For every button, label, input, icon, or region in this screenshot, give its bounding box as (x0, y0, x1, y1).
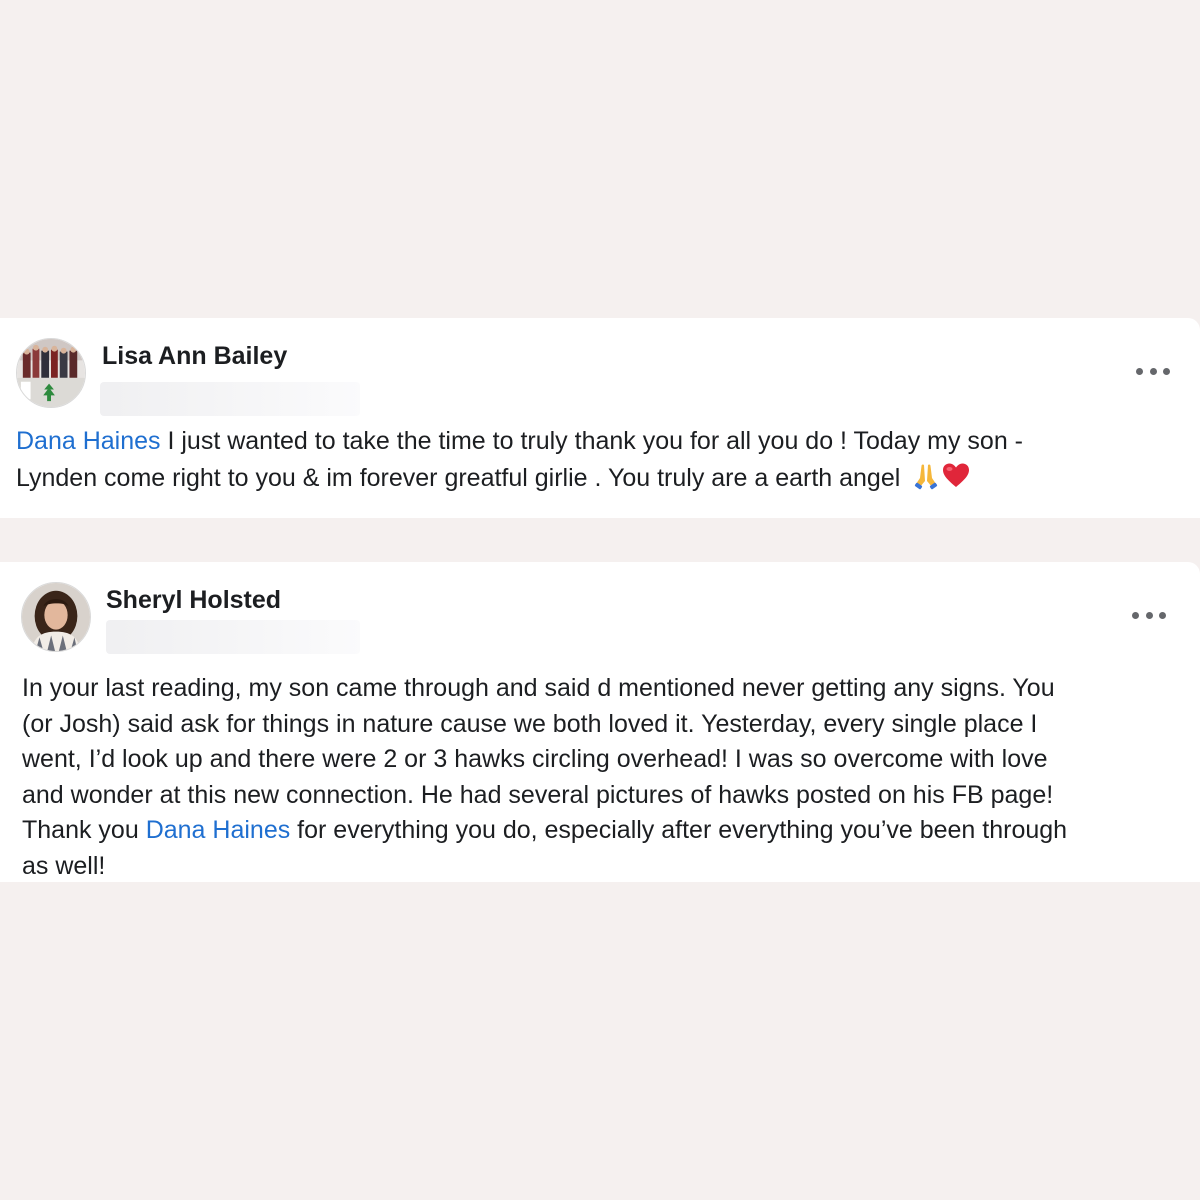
comment-author[interactable]: Lisa Ann Bailey (102, 342, 287, 371)
comment-line: went, I’d look up and there were 2 or 3 … (22, 745, 1048, 773)
avatar-photo-icon (22, 583, 90, 651)
mention-link[interactable]: Dana Haines (146, 816, 291, 844)
avatar[interactable] (21, 582, 91, 652)
more-options-icon[interactable] (1136, 361, 1170, 381)
mention-link[interactable]: Dana Haines (16, 427, 161, 455)
comment-meta-redacted (106, 620, 360, 654)
comment-card: Sheryl Holsted In your last reading, my … (0, 562, 1200, 882)
comment-meta-redacted (100, 382, 360, 416)
comment-line: Thank you Dana Haines for everything you… (22, 813, 1067, 849)
comment-text-segment: Thank you (22, 816, 146, 844)
comment-line: Dana Haines I just wanted to take the ti… (16, 424, 1023, 460)
dot (1136, 367, 1143, 375)
comment-line: (or Josh) said ask for things in nature … (22, 709, 1038, 738)
comment-card: Lisa Ann Bailey Dana Haines I just wante… (0, 318, 1200, 518)
comment-line: In your last reading, my son came throug… (22, 674, 1055, 702)
dot (1149, 367, 1157, 375)
comment-text: In your last reading, my son came throug… (22, 671, 1067, 884)
comment-text-segment: Lynden come right to you & im forever gr… (16, 463, 908, 492)
dot (1159, 611, 1166, 619)
comment-line: Lynden come right to you & im forever gr… (16, 460, 1023, 497)
avatar-photo-icon (17, 339, 85, 407)
red-heart-icon (941, 460, 971, 490)
dot (1145, 611, 1153, 619)
dot (1163, 367, 1170, 375)
comment-text: Dana Haines I just wanted to take the ti… (16, 424, 1023, 496)
dot (1132, 611, 1139, 619)
more-options-icon[interactable] (1132, 605, 1166, 625)
folded-hands-icon (911, 460, 941, 490)
comment-author[interactable]: Sheryl Holsted (106, 586, 281, 615)
comment-text-segment: for everything you do, especially after … (290, 816, 1068, 844)
avatar[interactable] (16, 338, 86, 408)
comment-text-segment: I just wanted to take the time to truly … (160, 427, 1024, 455)
comment-line: as well! (22, 851, 106, 880)
comment-line: and wonder at this new connection. He ha… (22, 780, 1054, 809)
